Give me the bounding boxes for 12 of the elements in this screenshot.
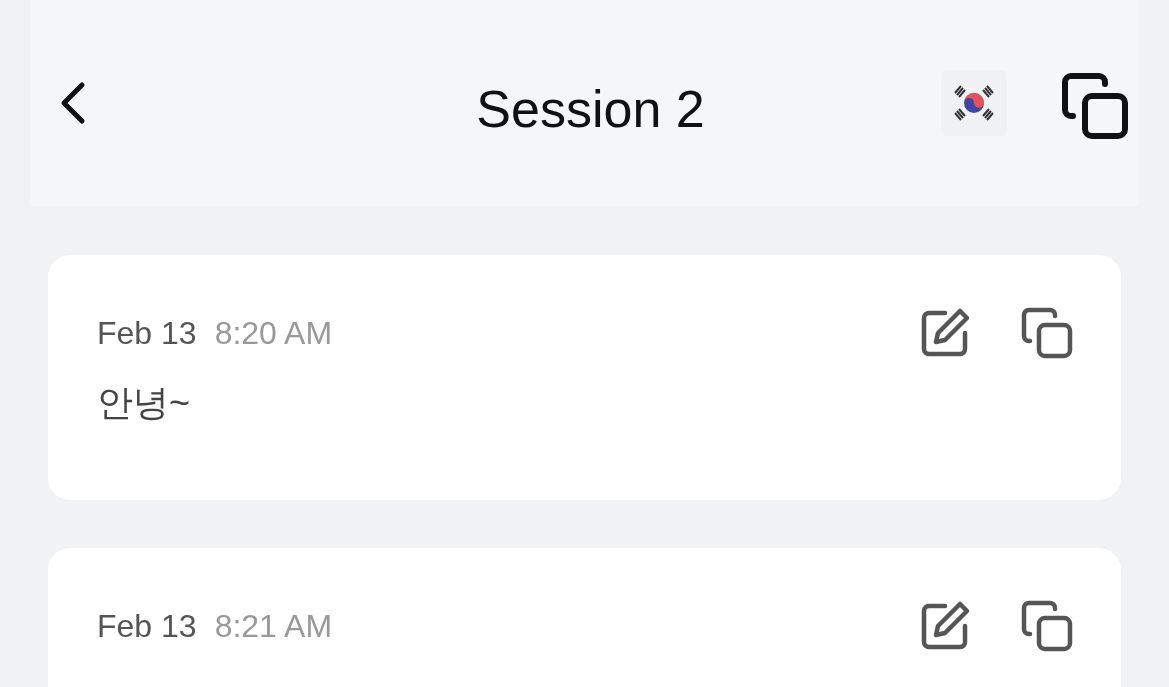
copy-button[interactable]	[1021, 600, 1073, 652]
message-date: Feb 13	[97, 607, 197, 645]
message-text: 안녕~	[97, 381, 192, 425]
copy-button[interactable]	[1021, 307, 1073, 359]
message-time: 8:20 AM	[214, 314, 333, 352]
flag-icon[interactable]	[941, 70, 1007, 136]
edit-button[interactable]	[919, 600, 971, 652]
edit-button[interactable]	[919, 307, 971, 359]
screen-title: Session 2	[476, 79, 705, 139]
message-time: 8:21 AM	[214, 607, 333, 645]
copy-button[interactable]	[1061, 72, 1129, 140]
message-date: Feb 13	[97, 314, 197, 352]
